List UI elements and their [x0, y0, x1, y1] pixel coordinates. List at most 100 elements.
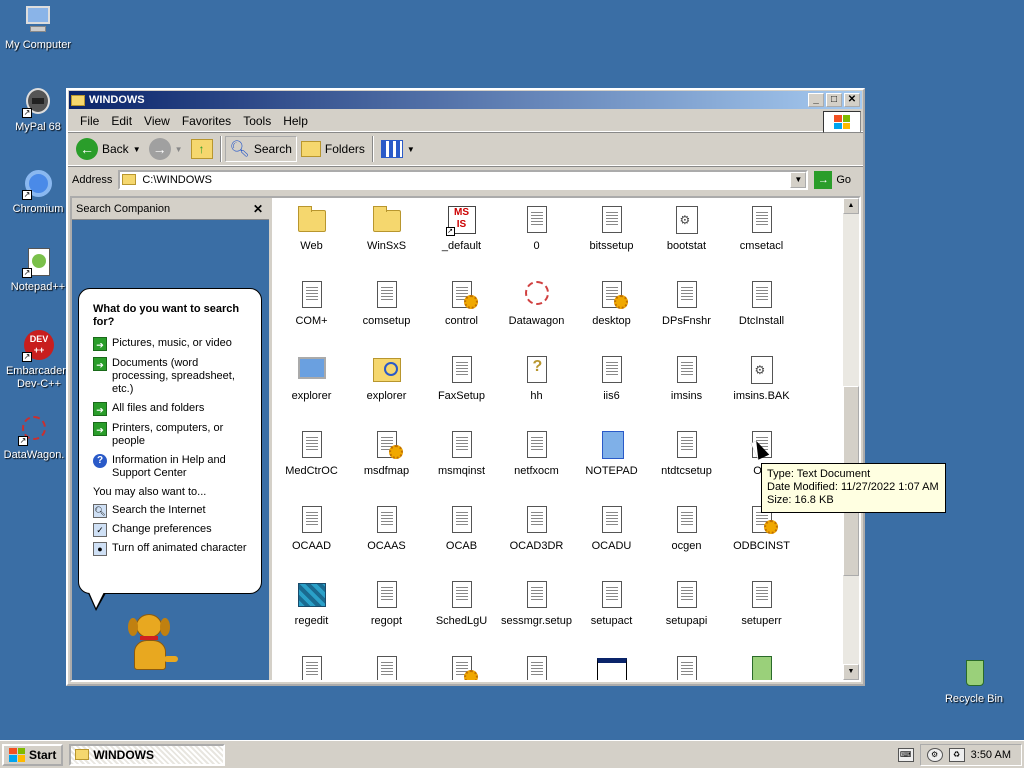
- file-item[interactable]: [274, 654, 349, 680]
- file-item[interactable]: SchedLgU: [424, 579, 499, 654]
- views-button[interactable]: ▼: [377, 138, 419, 160]
- menu-edit[interactable]: Edit: [105, 112, 138, 130]
- search-option-help[interactable]: ? Information in Help and Support Center: [93, 454, 251, 480]
- scroll-down-button[interactable]: ▼: [843, 664, 859, 680]
- file-item[interactable]: OCAD3DR: [499, 504, 574, 579]
- keyboard-icon[interactable]: ⌨: [897, 747, 914, 762]
- file-name: hh: [530, 390, 543, 402]
- scroll-up-button[interactable]: ▲: [843, 198, 859, 214]
- file-item[interactable]: [574, 654, 649, 680]
- back-button[interactable]: ← Back ▼: [72, 136, 145, 162]
- file-item[interactable]: regopt: [349, 579, 424, 654]
- desktop-icon-chromium[interactable]: ↗ Chromium: [0, 168, 76, 216]
- file-item[interactable]: cmsetacl: [724, 204, 799, 279]
- file-item[interactable]: OCAAD: [274, 504, 349, 579]
- search-option-pictures[interactable]: ➔ Pictures, music, or video: [93, 337, 251, 351]
- file-item[interactable]: ODBCINST: [724, 504, 799, 579]
- search-option-printers[interactable]: ➔ Printers, computers, or people: [93, 422, 251, 448]
- search-option-documents[interactable]: ➔ Documents (word processing, spreadsheet…: [93, 357, 251, 396]
- turn-off-character-link[interactable]: ● Turn off animated character: [93, 542, 251, 556]
- menu-help[interactable]: Help: [277, 112, 314, 130]
- settings-document-icon: [446, 279, 478, 311]
- file-item[interactable]: setupapi: [649, 579, 724, 654]
- file-item[interactable]: NOTEPAD: [574, 429, 649, 504]
- title-bar[interactable]: WINDOWS _ □ ✕: [69, 91, 862, 109]
- file-item[interactable]: imsins: [649, 354, 724, 429]
- start-button[interactable]: Start: [2, 743, 64, 766]
- file-item[interactable]: ntdtcsetup: [649, 429, 724, 504]
- safely-remove-icon[interactable]: ♻: [948, 747, 965, 762]
- close-button[interactable]: ✕: [844, 93, 860, 107]
- file-item[interactable]: hh: [499, 354, 574, 429]
- file-item[interactable]: COM+: [274, 279, 349, 354]
- chevron-down-icon[interactable]: ▼: [133, 145, 141, 154]
- chevron-down-icon[interactable]: ▼: [175, 145, 183, 154]
- file-item[interactable]: OCAAS: [349, 504, 424, 579]
- desktop-icon-my-computer[interactable]: My Computer: [0, 4, 76, 52]
- file-item[interactable]: netfxocm: [499, 429, 574, 504]
- file-item[interactable]: Datawagon: [499, 279, 574, 354]
- file-item[interactable]: MedCtrOC: [274, 429, 349, 504]
- desktop-icon-recycle-bin[interactable]: Recycle Bin: [936, 658, 1012, 706]
- up-folder-button[interactable]: ↑: [187, 137, 217, 161]
- network-icon[interactable]: ⚙: [926, 747, 943, 762]
- file-item[interactable]: regedit: [274, 579, 349, 654]
- file-item[interactable]: setupact: [574, 579, 649, 654]
- folders-button[interactable]: Folders: [297, 139, 369, 159]
- file-item[interactable]: FaxSetup: [424, 354, 499, 429]
- file-item[interactable]: [649, 654, 724, 680]
- file-item[interactable]: bootstat: [649, 204, 724, 279]
- file-item[interactable]: bitssetup: [574, 204, 649, 279]
- file-item[interactable]: explorer: [274, 354, 349, 429]
- desktop-icon-mypal[interactable]: ↗ MyPal 68: [0, 86, 76, 134]
- vertical-scrollbar[interactable]: ▲ ▼: [843, 198, 859, 680]
- file-item[interactable]: [724, 654, 799, 680]
- file-item[interactable]: Web: [274, 204, 349, 279]
- file-item[interactable]: imsins.BAK: [724, 354, 799, 429]
- file-item[interactable]: control: [424, 279, 499, 354]
- file-item[interactable]: WinSxS: [349, 204, 424, 279]
- file-item[interactable]: [424, 654, 499, 680]
- search-button[interactable]: 🔍︎ Search: [224, 136, 297, 162]
- file-item[interactable]: [499, 654, 574, 680]
- file-item[interactable]: setuperr: [724, 579, 799, 654]
- desktop-icon-notepadpp[interactable]: ↗ Notepad++: [0, 246, 76, 294]
- close-icon[interactable]: ✕: [253, 202, 263, 216]
- file-item[interactable]: DtcInstall: [724, 279, 799, 354]
- menu-view[interactable]: View: [138, 112, 176, 130]
- clock[interactable]: 3:50 AM: [971, 749, 1011, 761]
- toolbar-separator: [219, 136, 222, 162]
- minimize-button[interactable]: _: [808, 93, 824, 107]
- search-option-all-files[interactable]: ➔ All files and folders: [93, 402, 251, 416]
- menu-favorites[interactable]: Favorites: [176, 112, 237, 130]
- desktop-icon-datawagon[interactable]: ↗ DataWagon.: [0, 414, 72, 462]
- file-item[interactable]: OCADU: [574, 504, 649, 579]
- address-input[interactable]: C:\WINDOWS ▼: [118, 169, 809, 190]
- file-item[interactable]: desktop: [574, 279, 649, 354]
- file-item[interactable]: [349, 654, 424, 680]
- file-item[interactable]: sessmgr.setup: [499, 579, 574, 654]
- file-item[interactable]: msdfmap: [349, 429, 424, 504]
- taskbar-item-windows[interactable]: WINDOWS: [69, 743, 226, 766]
- maximize-button[interactable]: □: [826, 93, 842, 107]
- menu-bar: File Edit View Favorites Tools Help: [68, 110, 863, 133]
- search-internet-link[interactable]: 🔍︎ Search the Internet: [93, 504, 251, 518]
- address-dropdown-button[interactable]: ▼: [790, 171, 807, 188]
- file-item[interactable]: DPsFnshr: [649, 279, 724, 354]
- search-dog-character[interactable]: [124, 608, 184, 678]
- change-preferences-link[interactable]: ✓ Change preferences: [93, 523, 251, 537]
- menu-file[interactable]: File: [74, 112, 105, 130]
- file-item[interactable]: explorer: [349, 354, 424, 429]
- desktop-icon-devcpp[interactable]: DEV ++ ↗ Embarcadero Dev-C++: [0, 330, 76, 391]
- file-item[interactable]: 0: [499, 204, 574, 279]
- file-item[interactable]: comsetup: [349, 279, 424, 354]
- menu-tools[interactable]: Tools: [237, 112, 277, 130]
- forward-button[interactable]: → ▼: [145, 136, 187, 162]
- file-item[interactable]: iis6: [574, 354, 649, 429]
- file-item[interactable]: ocgen: [649, 504, 724, 579]
- file-item[interactable]: MS IS ↗ _default: [424, 204, 499, 279]
- taskbar-item-label: WINDOWS: [93, 747, 154, 762]
- file-item[interactable]: msmqinst: [424, 429, 499, 504]
- file-item[interactable]: OCAB: [424, 504, 499, 579]
- go-button[interactable]: → Go: [812, 170, 859, 189]
